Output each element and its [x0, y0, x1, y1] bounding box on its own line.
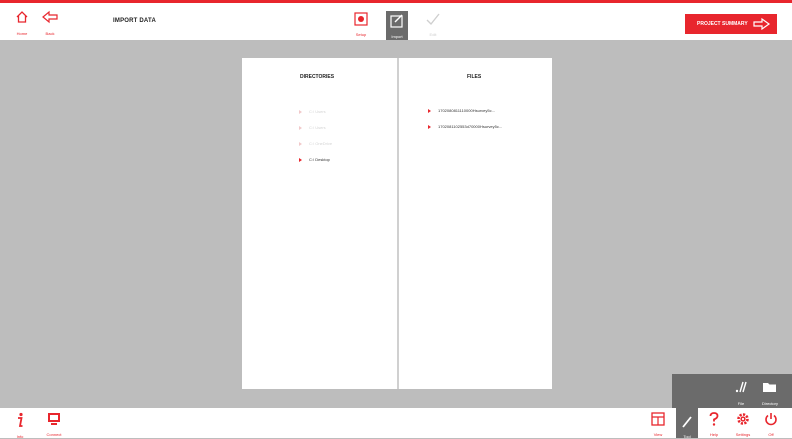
top-bar: Home Back IMPORT DATA Setup Import Edit … — [0, 0, 792, 40]
connect-button[interactable]: Connect — [42, 412, 66, 437]
tool-button[interactable]: Tool — [676, 408, 698, 439]
file-item[interactable]: 1702081102553d70000Hsurvey5c... — [428, 124, 502, 129]
info-label: Info — [16, 434, 24, 439]
directory-label: C:\ Users — [309, 125, 326, 130]
directory-button[interactable]: Directory — [759, 380, 781, 406]
directory-item[interactable]: C:\ Users — [299, 125, 326, 130]
power-icon — [765, 413, 777, 426]
file-item[interactable]: 1702080811110000Hsurvey5c... — [428, 108, 495, 113]
power-button[interactable]: Off — [759, 412, 783, 437]
tool-label: Tool — [683, 434, 691, 439]
import-panel: DIRECTORIES FILES C:\ Users C:\ Users C:… — [242, 58, 552, 389]
directory-label: C:\ Desktop — [309, 157, 330, 162]
caret-right-icon — [299, 141, 302, 146]
file-icon — [735, 381, 747, 393]
file-import-button[interactable]: File — [730, 380, 752, 406]
project-summary-button[interactable]: PROJECT SUMMARY — [685, 14, 777, 34]
caret-right-icon — [428, 108, 431, 113]
view-button[interactable]: View — [646, 412, 670, 437]
project-summary-label: PROJECT SUMMARY — [697, 21, 748, 27]
back-arrow-icon — [42, 10, 58, 24]
directory-label: Directory — [761, 401, 778, 406]
settings-label: Settings — [735, 432, 751, 437]
monitor-icon — [48, 413, 60, 425]
power-label: Off — [768, 432, 774, 437]
page-title: IMPORT DATA — [113, 18, 156, 24]
step-import[interactable]: Import — [386, 11, 408, 40]
pen-icon — [682, 416, 692, 428]
file-label: File — [737, 401, 745, 406]
directory-item[interactable]: C:\ Users — [299, 109, 326, 114]
checkmark-icon — [426, 13, 440, 26]
directory-label: C:\ Users — [309, 109, 326, 114]
help-button[interactable]: Help — [702, 412, 726, 437]
directories-title: DIRECTORIES — [300, 74, 335, 80]
gear-icon — [737, 413, 749, 425]
directory-item-selected[interactable]: C:\ Desktop — [299, 157, 330, 162]
help-icon — [709, 412, 719, 426]
import-icon — [390, 14, 403, 28]
directory-label: C:\ OneDrive — [309, 141, 333, 146]
view-icon — [651, 412, 665, 426]
file-label: 1702081102553d70000Hsurvey5c... — [438, 124, 503, 129]
accent-line — [0, 0, 792, 3]
step-edit-label: Edit — [429, 32, 437, 37]
folder-icon — [763, 383, 776, 392]
directory-item[interactable]: C:\ OneDrive — [299, 141, 332, 146]
view-label: View — [653, 432, 663, 437]
setup-icon — [354, 12, 368, 26]
help-label: Help — [709, 432, 719, 437]
step-import-label: Import — [391, 34, 403, 39]
connect-label: Connect — [46, 432, 62, 437]
back-label: Back — [45, 31, 55, 36]
panel-divider — [397, 58, 399, 389]
settings-button[interactable]: Settings — [731, 412, 755, 437]
file-label: 1702080811110000Hsurvey5c... — [438, 108, 495, 113]
step-setup-label: Setup — [355, 32, 367, 37]
bottom-bar: Info Connect View Help Settings Off — [0, 408, 792, 439]
home-label: Home — [16, 31, 28, 36]
caret-right-icon — [428, 124, 431, 129]
caret-right-icon — [299, 125, 302, 130]
home-icon — [16, 11, 28, 23]
caret-right-icon — [299, 109, 302, 114]
back-button[interactable]: Back — [37, 10, 63, 40]
caret-right-icon — [299, 157, 302, 162]
forward-arrow-icon — [753, 17, 771, 31]
step-edit[interactable]: Edit — [422, 12, 444, 40]
info-icon — [18, 412, 23, 427]
tool-flyout: File Directory — [672, 374, 792, 408]
files-title: FILES — [467, 74, 482, 80]
info-button[interactable]: Info — [8, 412, 32, 439]
step-setup[interactable]: Setup — [350, 12, 372, 40]
home-button[interactable]: Home — [9, 10, 35, 40]
